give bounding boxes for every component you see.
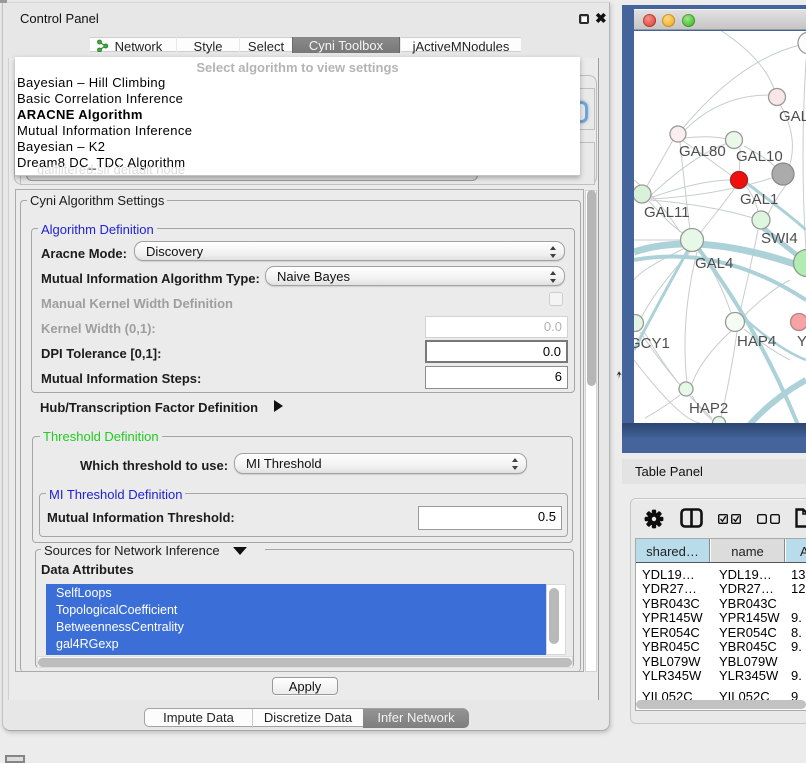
svg-text:GCY1: GCY1 <box>634 335 670 352</box>
svg-text:HAP4: HAP4 <box>737 333 776 350</box>
svg-text:GAL11: GAL11 <box>644 204 690 221</box>
svg-text:SWI4: SWI4 <box>761 230 798 247</box>
svg-text:GAL7: GAL7 <box>779 108 806 125</box>
svg-text:GAL1: GAL1 <box>740 191 778 208</box>
svg-text:Y: Y <box>797 333 806 350</box>
svg-text:GAL4: GAL4 <box>695 255 733 272</box>
svg-text:GAL10: GAL10 <box>736 148 783 165</box>
svg-text:GAL80: GAL80 <box>679 143 726 160</box>
svg-text:HAP2: HAP2 <box>689 400 728 417</box>
